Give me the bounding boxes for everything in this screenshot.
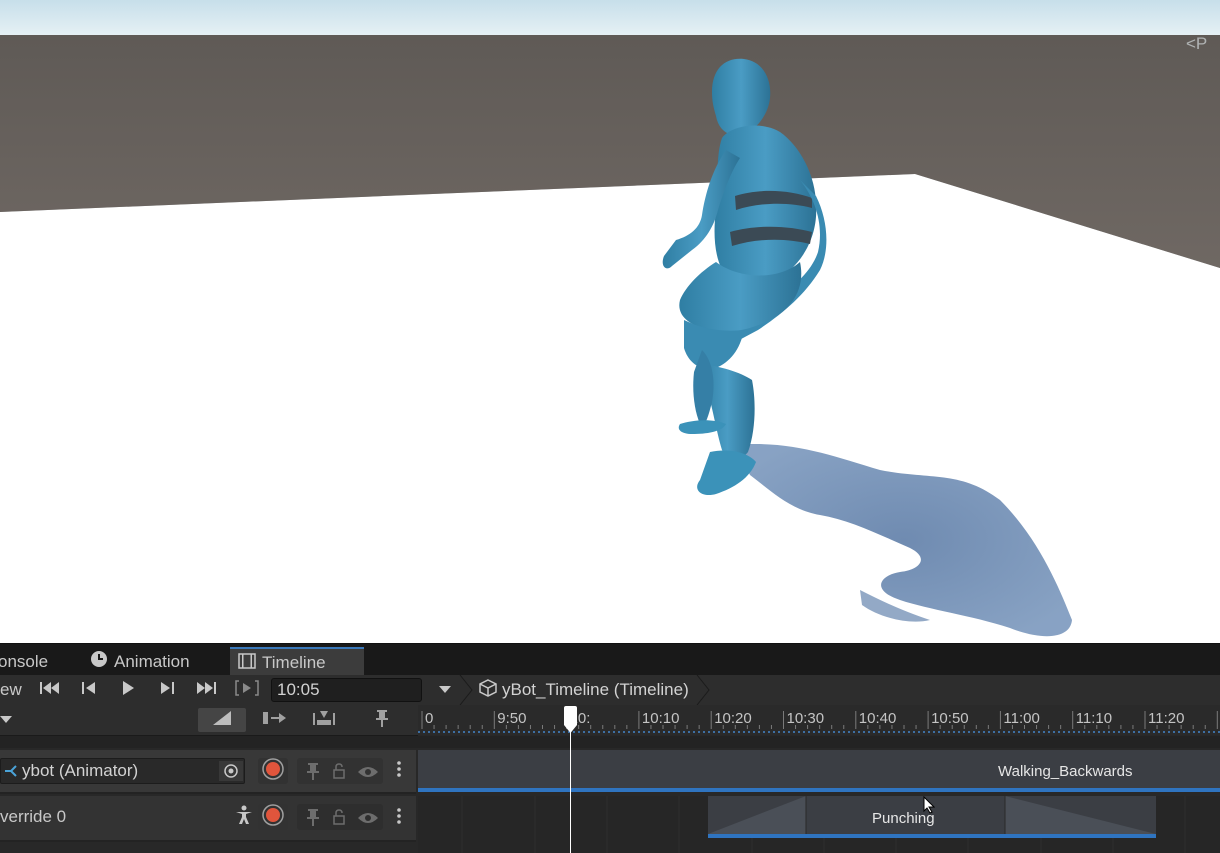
breadcrumb-end-icon xyxy=(696,675,710,705)
lock-icon[interactable] xyxy=(333,809,345,830)
skip-to-start-icon xyxy=(39,681,61,700)
mouse-cursor-icon xyxy=(923,795,936,819)
track-header-override[interactable]: verride 0 xyxy=(0,796,416,842)
record-button[interactable] xyxy=(258,803,288,831)
time-format-dropdown[interactable] xyxy=(428,677,462,703)
track-menu-button[interactable] xyxy=(392,807,406,829)
track-options-bar xyxy=(0,705,418,736)
ruler-tick-label: 11:20 xyxy=(1148,710,1185,727)
ruler-tick-label: 10:40 xyxy=(858,710,897,727)
ruler-tick-label: 10:10 xyxy=(641,710,680,727)
replace-mode-icon xyxy=(311,710,337,731)
clip-underline xyxy=(418,788,1220,792)
eye-icon[interactable] xyxy=(357,765,379,783)
kebab-menu-icon xyxy=(397,760,401,782)
current-time-field[interactable]: 10:05 xyxy=(271,678,422,702)
tab-timeline-label: Timeline xyxy=(262,653,326,672)
tab-bar: onsole Animation Timeline xyxy=(0,643,1220,676)
clip-label: Walking_Backwards xyxy=(998,763,1133,780)
next-frame-icon xyxy=(159,681,175,700)
tab-animation-label: Animation xyxy=(114,652,190,671)
track-lane-animator: Walking_Backwards xyxy=(418,750,1220,794)
clip-edit-mix-button[interactable] xyxy=(198,708,246,732)
timeline-toolbar: ew 10:05 yBot_Timeline (Timeline) xyxy=(0,675,1220,705)
eye-icon[interactable] xyxy=(357,811,379,829)
breadcrumb[interactable]: yBot_Timeline (Timeline) xyxy=(459,675,715,705)
tab-animation[interactable]: Animation xyxy=(82,647,198,676)
play-icon xyxy=(121,680,135,701)
skip-to-end-icon xyxy=(195,681,217,700)
ruler-tick-label: 9:50 xyxy=(497,710,527,727)
goto-start-button[interactable] xyxy=(33,677,67,703)
humanoid-icon xyxy=(234,805,254,830)
clock-icon xyxy=(90,648,108,677)
ruler-tick-label: 10:20 xyxy=(714,710,752,727)
time-ruler[interactable]: 0 9:50 10: 10:10 10:20 10:30 10:40 10:50 11:00 11… xyxy=(418,705,1220,735)
animator-icon xyxy=(3,763,19,784)
preview-button[interactable]: ew xyxy=(0,675,30,705)
film-strip-icon xyxy=(238,650,256,677)
scene-render xyxy=(0,0,1220,643)
ripple-mode-icon xyxy=(261,710,287,731)
ruler-tick-label: 11:00 xyxy=(1003,710,1040,727)
clip-edit-ripple-button[interactable] xyxy=(256,708,292,732)
pin-icon[interactable] xyxy=(307,762,319,785)
track-binding-name: ybot (Animator) xyxy=(22,761,139,780)
add-track-dropdown[interactable] xyxy=(0,705,22,735)
timeline-asset-name: yBot_Timeline (Timeline) xyxy=(502,680,689,699)
record-icon xyxy=(262,757,284,785)
scene-viewport[interactable]: <P xyxy=(0,0,1220,643)
track-state-group xyxy=(297,804,383,830)
breadcrumb-separator-icon xyxy=(459,675,473,705)
play-range-button[interactable] xyxy=(230,677,264,703)
track-name: verride 0 xyxy=(0,807,67,826)
tracks-top-spacer xyxy=(0,736,1220,748)
record-icon xyxy=(262,803,284,831)
play-button[interactable] xyxy=(111,677,145,703)
ruler-tick-label: 10:50 xyxy=(931,710,969,727)
play-range-icon xyxy=(234,679,260,702)
kebab-menu-icon xyxy=(397,807,401,829)
ruler-tick-label: 10:30 xyxy=(786,710,825,727)
tab-console-label: onsole xyxy=(0,652,49,671)
track-state-group xyxy=(297,758,383,784)
next-frame-button[interactable] xyxy=(150,677,184,703)
scene-overlay-label: <P xyxy=(1186,34,1208,53)
mix-mode-icon xyxy=(211,710,233,731)
avatar-mask-button[interactable] xyxy=(230,804,258,830)
timeline-panel: onsole Animation Timeline ew 10:05 yBot_… xyxy=(0,643,1220,853)
lock-icon[interactable] xyxy=(333,763,345,784)
ruler-tick-label: 0 xyxy=(425,710,434,727)
goto-end-button[interactable] xyxy=(189,677,223,703)
previous-frame-button[interactable] xyxy=(72,677,106,703)
tab-timeline[interactable]: Timeline xyxy=(230,647,364,676)
clip-edit-replace-button[interactable] xyxy=(306,708,342,732)
tab-console[interactable]: onsole xyxy=(0,647,56,676)
track-header-animator[interactable]: ybot (Animator) xyxy=(0,750,416,794)
clip-underline xyxy=(708,834,1156,838)
playhead-line xyxy=(570,718,571,853)
pin-icon[interactable] xyxy=(307,808,319,831)
preview-label: ew xyxy=(0,680,22,699)
chevron-down-icon xyxy=(439,681,451,699)
track-menu-button[interactable] xyxy=(392,760,406,782)
object-picker-icon[interactable] xyxy=(219,761,243,781)
pin-icon xyxy=(375,709,389,732)
clip-walking-backwards[interactable]: Walking_Backwards xyxy=(418,750,1220,788)
previous-frame-icon xyxy=(81,681,97,700)
ruler-tick-label: 11:10 xyxy=(1075,710,1113,727)
markers-toggle-button[interactable] xyxy=(364,708,400,732)
animator-binding-field[interactable]: ybot (Animator) xyxy=(0,758,245,784)
track-lane-override: Punching xyxy=(418,796,1220,853)
record-button[interactable] xyxy=(258,757,288,785)
dropdown-arrow-icon xyxy=(0,711,12,729)
